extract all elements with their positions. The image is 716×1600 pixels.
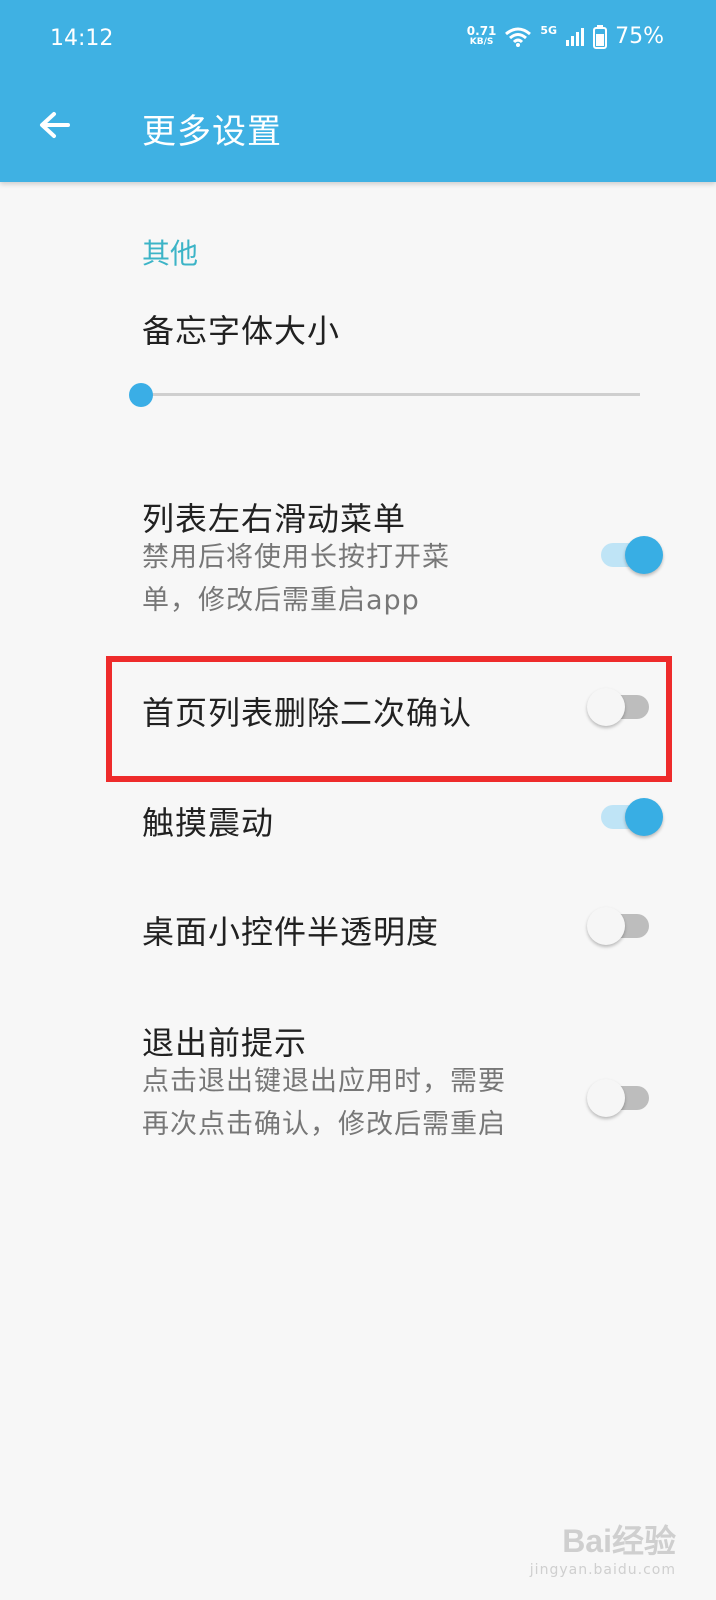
page-title: 更多设置 xyxy=(142,112,282,152)
setting-title: 列表左右滑动菜单 xyxy=(142,500,407,538)
setting-title: 桌面小控件半透明度 xyxy=(142,913,440,951)
slider-thumb[interactable] xyxy=(129,383,153,407)
setting-summary: 禁用后将使用长按打开菜单，修改后需重启app xyxy=(142,542,450,616)
signal-icon xyxy=(566,27,585,46)
watermark-logo-suffix: 经验 xyxy=(611,1523,676,1559)
toggle-switch-swipe-menu[interactable] xyxy=(601,535,663,575)
watermark-logo: Bai经验 xyxy=(530,1516,676,1562)
setting-title: 退出前提示 xyxy=(142,1024,308,1062)
switch-thumb xyxy=(587,1079,625,1117)
network-type-label: 5G xyxy=(540,24,558,37)
toggle-switch-touch-vibration[interactable] xyxy=(601,797,663,837)
toggle-switch-widget-transparency[interactable] xyxy=(587,906,651,946)
section-title-other: 其他 xyxy=(142,237,199,270)
setting-summary: 点击退出键退出应用时，需要再次点击确认，修改后需重启 xyxy=(142,1066,506,1140)
watermark: Bai经验 jingyan.baidu.com xyxy=(530,1516,676,1578)
battery-icon xyxy=(593,24,608,49)
setting-title: 触摸震动 xyxy=(142,804,275,842)
switch-thumb xyxy=(625,798,663,836)
status-icons: 0.71 KB/S 5G 75% xyxy=(467,24,664,49)
wifi-icon xyxy=(505,27,532,47)
watermark-url: jingyan.baidu.com xyxy=(529,1562,676,1578)
slider-track[interactable] xyxy=(140,393,640,396)
switch-thumb xyxy=(587,907,625,945)
app-bar: 14:12 0.71 KB/S 5G 75% 更多设置 xyxy=(0,0,716,182)
net-speed: 0.71 KB/S xyxy=(466,23,497,48)
net-speed-value: 0.71 xyxy=(466,23,497,38)
status-time: 14:12 xyxy=(50,26,114,51)
battery-percent: 75% xyxy=(615,24,664,49)
setting-font-size-title: 备忘字体大小 xyxy=(142,312,341,350)
net-speed-unit: KB/S xyxy=(469,36,494,47)
toggle-switch-exit-prompt[interactable] xyxy=(587,1078,651,1118)
back-button[interactable] xyxy=(30,103,78,151)
highlight-box xyxy=(106,656,672,782)
arrow-left-icon xyxy=(40,112,70,138)
watermark-logo-text: Bai xyxy=(562,1523,612,1559)
switch-thumb xyxy=(625,536,663,574)
